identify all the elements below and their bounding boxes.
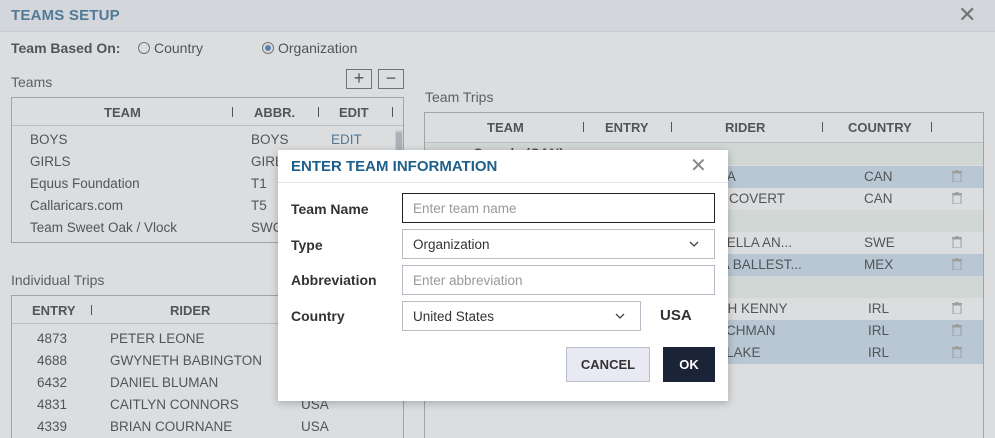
- chevron-down-icon: [615, 313, 625, 319]
- type-select[interactable]: Organization: [402, 229, 715, 259]
- dialog-header: ENTER TEAM INFORMATION ✕: [278, 150, 728, 183]
- ok-button[interactable]: OK: [663, 347, 715, 382]
- abbreviation-input[interactable]: [402, 265, 715, 295]
- country-select[interactable]: United States: [402, 301, 641, 331]
- team-name-input[interactable]: [402, 193, 715, 223]
- abbreviation-label: Abbreviation: [291, 272, 377, 288]
- country-label: Country: [291, 308, 345, 324]
- dialog-close-icon[interactable]: ✕: [690, 156, 707, 176]
- team-name-label: Team Name: [291, 201, 369, 217]
- enter-team-dialog: ENTER TEAM INFORMATION ✕ Team Name Type …: [278, 150, 728, 401]
- country-code: USA: [660, 307, 692, 324]
- chevron-down-icon: [689, 241, 699, 247]
- dialog-title: ENTER TEAM INFORMATION: [291, 158, 498, 175]
- type-select-value: Organization: [413, 237, 490, 252]
- country-select-value: United States: [413, 309, 495, 324]
- cancel-button[interactable]: CANCEL: [566, 347, 650, 382]
- type-label: Type: [291, 237, 323, 253]
